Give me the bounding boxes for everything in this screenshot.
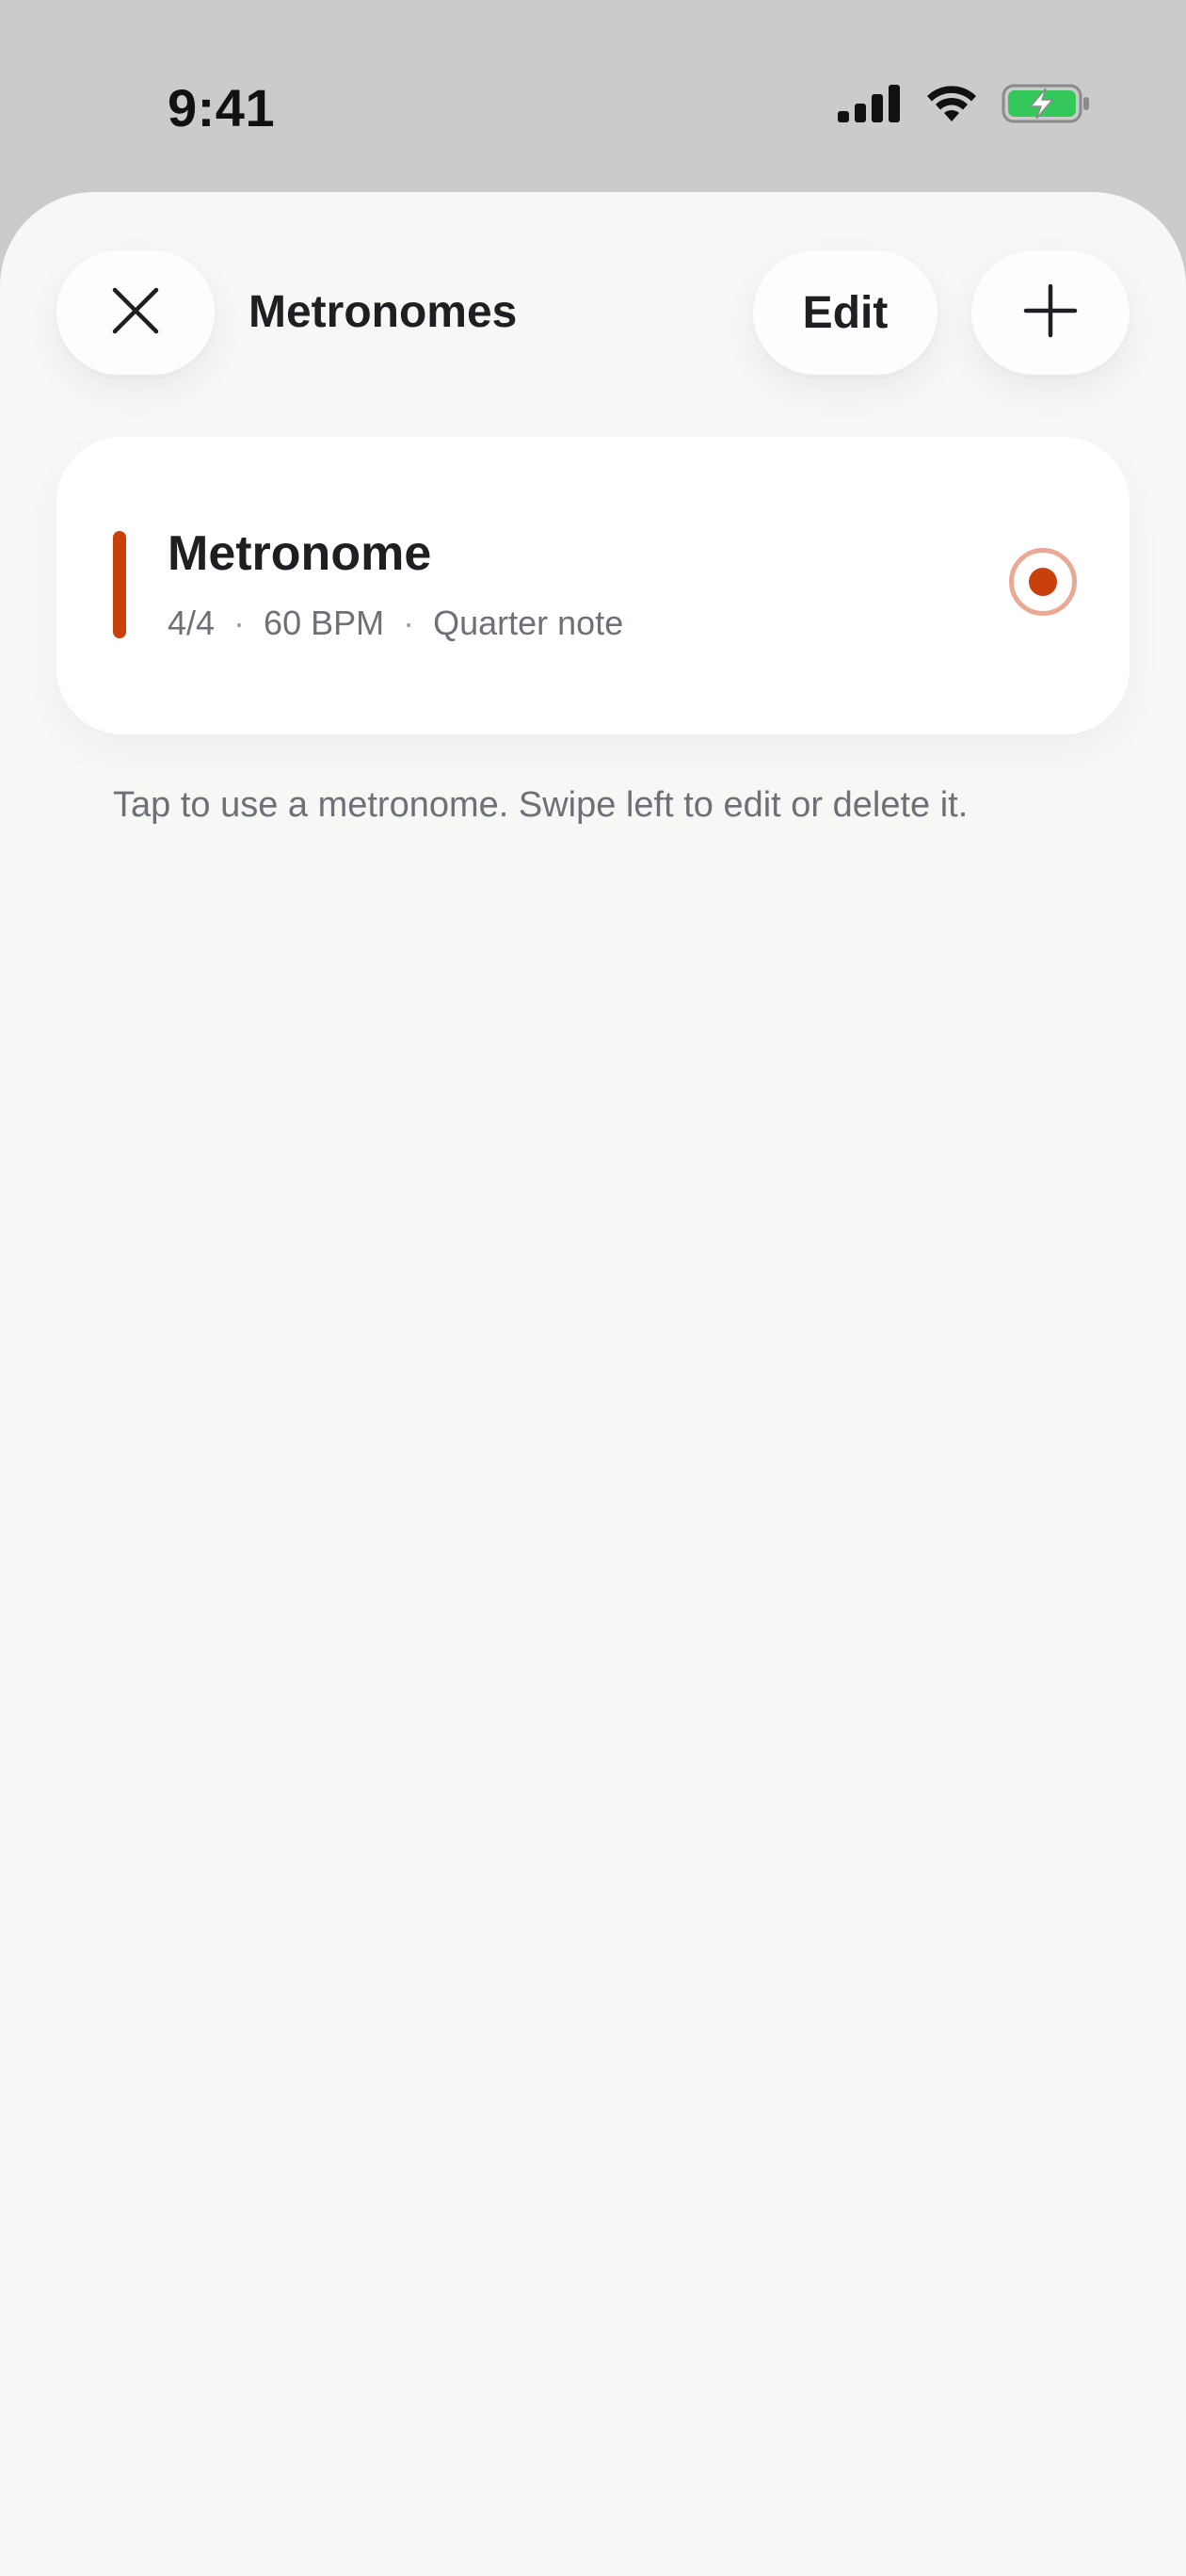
time-signature: 4/4 [168,604,216,642]
metronome-details: 4/4 · 60 BPM · Quarter note [168,601,623,646]
metronome-name: Metronome [168,526,432,581]
radio-selected-dot [1029,568,1057,596]
status-bar: 9:41 [0,0,1186,188]
status-icons [838,83,1092,124]
close-button[interactable] [56,250,215,375]
separator-dot: · [403,604,415,642]
edit-button[interactable]: Edit [753,250,938,375]
cellular-signal-icon [838,85,902,122]
battery-charging-icon [1002,83,1092,124]
status-time: 9:41 [168,78,276,137]
tempo: 60 BPM [264,604,385,642]
separator-dot: · [233,604,246,642]
screen: 9:41 Metronomes Edit Metronome 4/4 · 60 … [0,0,1186,2576]
plus-icon [1022,282,1079,344]
edit-button-label: Edit [802,287,889,338]
metronome-list-item[interactable]: Metronome 4/4 · 60 BPM · Quarter note [56,437,1130,734]
page-title: Metronomes [248,287,518,337]
wifi-icon [924,84,979,123]
subdivision: Quarter note [433,604,624,642]
metronome-color-bar [113,531,126,638]
hint-text: Tap to use a metronome. Swipe left to ed… [113,785,969,825]
add-metronome-button[interactable] [971,250,1130,375]
selected-radio-button[interactable] [1009,548,1077,616]
close-icon [109,284,162,342]
metronomes-sheet: Metronomes Edit Metronome 4/4 · 60 BPM ·… [0,192,1186,2576]
